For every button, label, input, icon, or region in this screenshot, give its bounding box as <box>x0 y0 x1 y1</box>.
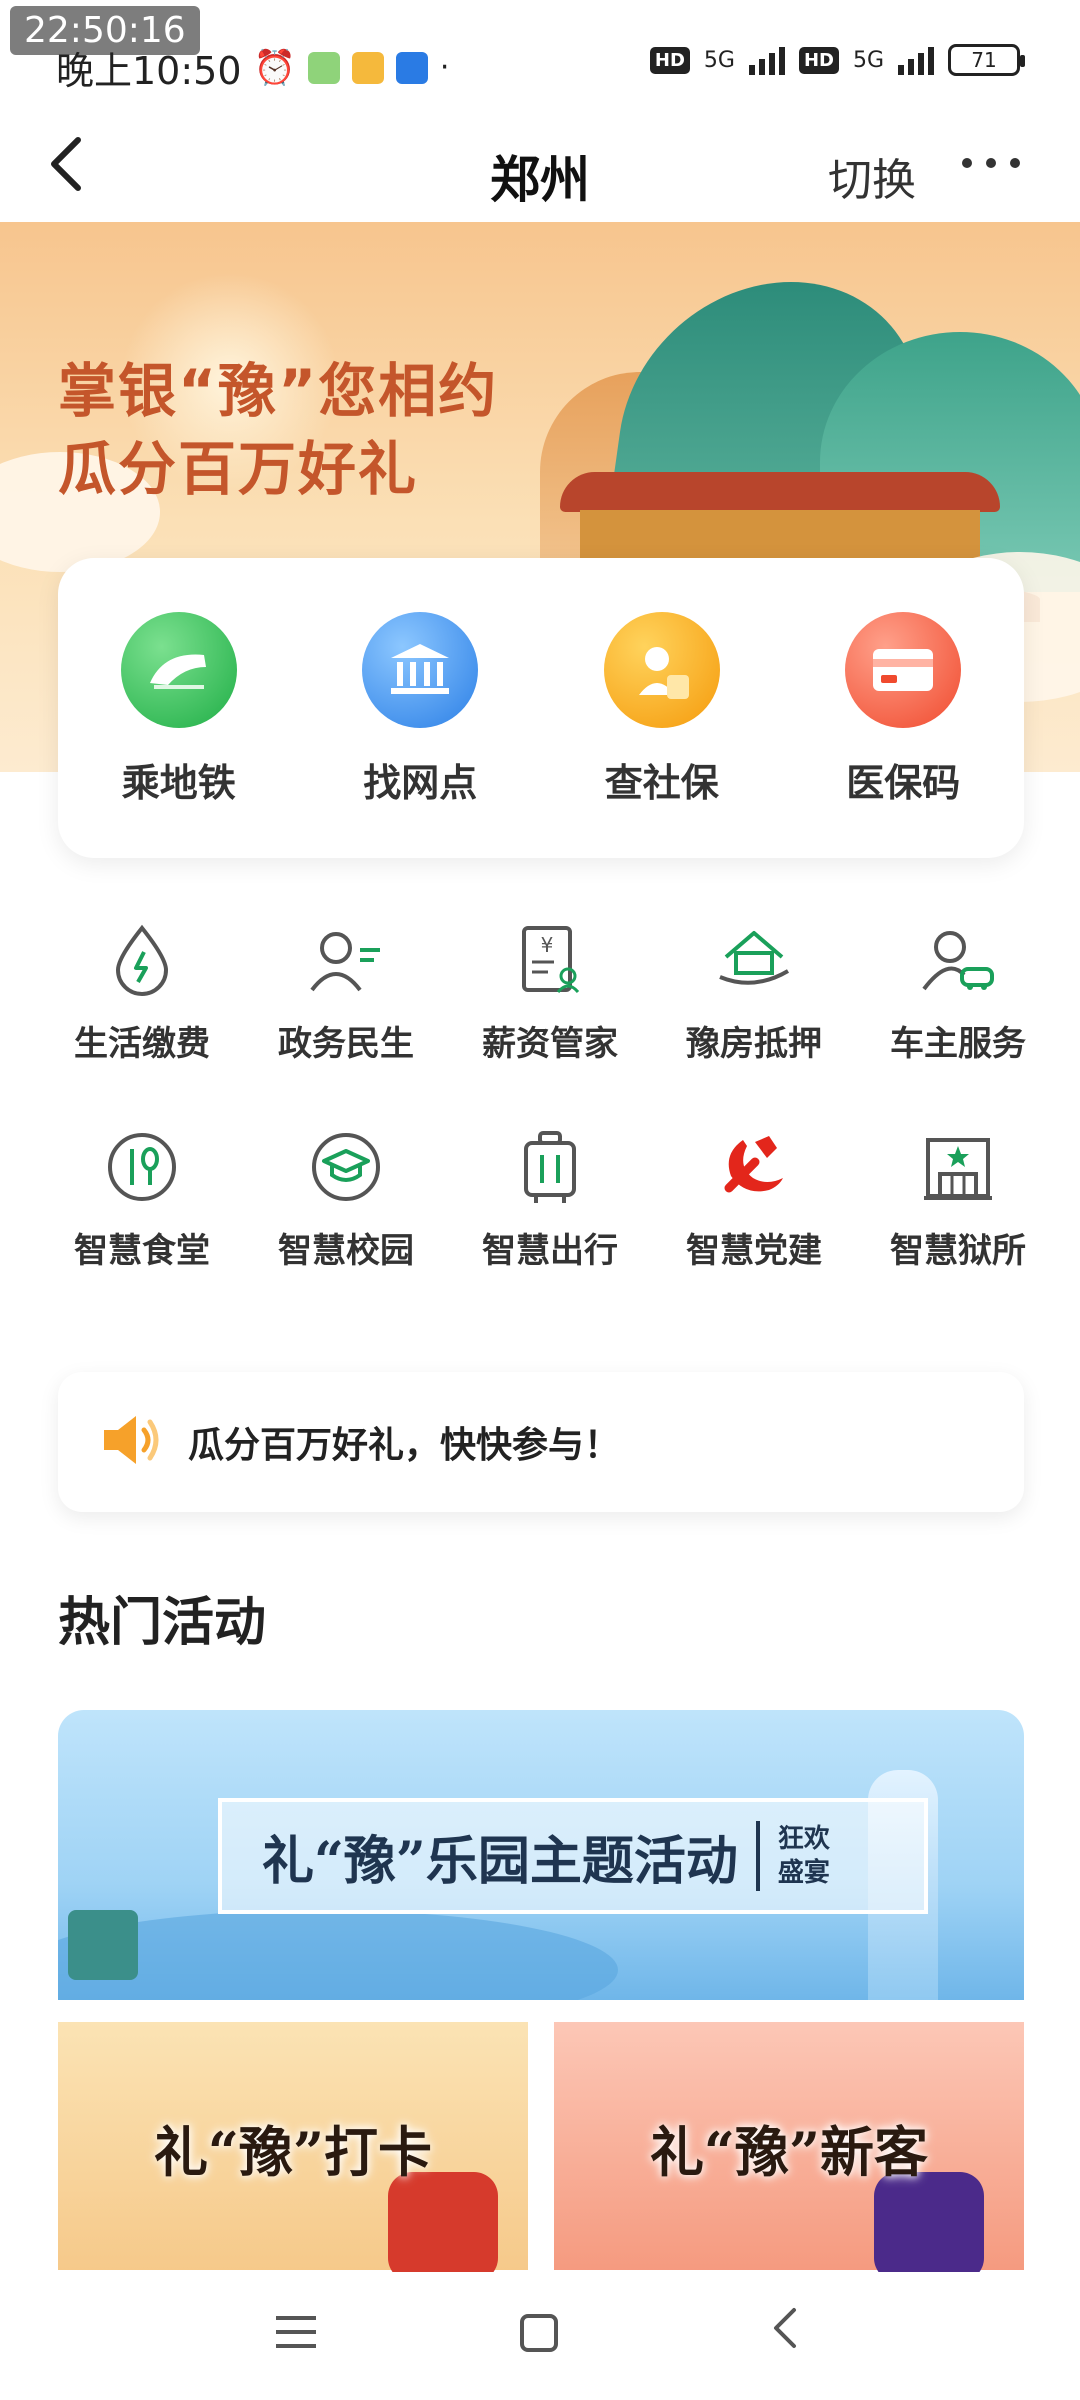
service-party[interactable]: 智慧党建 <box>652 1127 856 1272</box>
service-label: 豫房抵押 <box>686 1024 822 1064</box>
notice-text: 瓜分百万好礼，快快参与！ <box>188 1425 621 1466</box>
quick-actions-card: 乘地铁 找网点 查社保 医保码 <box>58 558 1024 858</box>
service-label: 智慧食堂 <box>74 1231 210 1271</box>
section-title: 热门活动 <box>58 1593 267 1653</box>
quick-action-branch[interactable]: 找网点 <box>300 558 542 858</box>
banner-title: 礼“豫”乐园主题活动 <box>262 1830 738 1892</box>
service-canteen[interactable]: 智慧食堂 <box>40 1127 244 1272</box>
activity-banner-main[interactable]: 礼“豫”乐园主题活动 狂欢 盛宴 <box>58 1710 1024 2000</box>
battery-icon: 71 <box>948 44 1025 76</box>
service-label: 智慧狱所 <box>890 1231 1026 1271</box>
nav-bar: 郑州 切换 <box>0 120 1080 220</box>
car-owner-icon <box>918 920 998 1000</box>
quick-action-label: 乘地铁 <box>121 761 236 805</box>
banner-subtitle: 狂欢 盛宴 <box>778 1822 830 1890</box>
quick-action-label: 查社保 <box>604 761 719 805</box>
gift-box-illustration <box>68 1910 138 1980</box>
menu-icon[interactable] <box>276 2316 316 2358</box>
hero-line-1: 掌银“豫”您相约 <box>58 357 499 425</box>
network-type: 5G <box>852 47 884 73</box>
banner-new-customer-title: 礼“豫”新客 <box>649 2119 929 2184</box>
quick-action-label: 找网点 <box>363 761 478 805</box>
status-bar: 22:50:16 晚上10:50 ⏰ · HD 5G HD 5G 71 <box>0 0 1080 120</box>
banner-subtitle-line-1: 狂欢 <box>777 1824 830 1854</box>
building-icon <box>918 1127 998 1207</box>
activity-banner-new-customer[interactable]: 礼“豫”新客 <box>554 2022 1024 2272</box>
service-grid: 生活缴费 政务民生 ¥ 薪资管家 豫房抵押 车主服务 智慧食堂 智慧校园 智慧出… <box>40 920 1060 1272</box>
service-label: 车主服务 <box>890 1024 1026 1064</box>
speaker-icon <box>100 1412 162 1472</box>
banner-checkin-title: 礼“豫”打卡 <box>153 2119 433 2184</box>
dot-icon: · <box>439 50 450 85</box>
banner-title-frame: 礼“豫”乐园主题活动 狂欢 盛宴 <box>218 1798 928 1914</box>
system-nav-bar <box>0 2270 1080 2400</box>
signal-icon <box>748 45 785 75</box>
service-campus[interactable]: 智慧校园 <box>244 1127 448 1272</box>
hd-badge: HD <box>649 46 690 74</box>
utility-bill-icon <box>102 920 182 1000</box>
title-separator <box>755 1821 760 1891</box>
signal-icon <box>898 45 934 75</box>
quick-action-label: 医保码 <box>846 761 961 805</box>
party-emblem-icon <box>714 1127 794 1207</box>
quick-action-medical-code[interactable]: 医保码 <box>783 558 1025 858</box>
service-house-mortgage[interactable]: 豫房抵押 <box>652 920 856 1065</box>
service-label: 生活缴费 <box>74 1024 210 1064</box>
gift-illustration <box>874 2172 984 2272</box>
svg-text:¥: ¥ <box>541 933 554 957</box>
status-left: 晚上10:50 ⏰ · <box>56 40 449 95</box>
hero-headline: 掌银“豫”您相约 瓜分百万好礼 <box>58 352 498 508</box>
activity-banner-checkin[interactable]: 礼“豫”打卡 <box>58 2022 528 2272</box>
metro-icon <box>120 612 237 728</box>
notice-bar[interactable]: 瓜分百万好礼，快快参与！ <box>58 1372 1024 1512</box>
service-label: 薪资管家 <box>482 1024 618 1064</box>
wechat-icon <box>307 51 340 84</box>
page-title: 郑州 <box>490 151 590 209</box>
service-car-owner[interactable]: 车主服务 <box>856 920 1060 1065</box>
service-label: 智慧党建 <box>686 1231 822 1271</box>
wave-decoration <box>58 1910 618 2000</box>
salary-icon: ¥ <box>510 920 590 1000</box>
service-label: 政务民生 <box>278 1024 414 1064</box>
government-icon <box>306 920 386 1000</box>
red-envelope-illustration <box>388 2172 498 2272</box>
banner-subtitle-line-2: 盛宴 <box>777 1858 830 1888</box>
switch-city-button[interactable]: 切换 <box>828 144 916 208</box>
quick-action-metro[interactable]: 乘地铁 <box>58 558 300 858</box>
service-travel[interactable]: 智慧出行 <box>448 1127 652 1272</box>
service-salary[interactable]: ¥ 薪资管家 <box>448 920 652 1065</box>
service-label: 智慧出行 <box>482 1231 618 1271</box>
service-label: 智慧校园 <box>278 1231 414 1271</box>
alarm-icon: ⏰ <box>253 47 296 88</box>
service-prison[interactable]: 智慧狱所 <box>856 1127 1060 1272</box>
back-icon[interactable] <box>770 2306 800 2362</box>
canteen-icon <box>102 1127 182 1207</box>
luggage-icon <box>510 1127 590 1207</box>
home-icon[interactable] <box>520 2314 558 2352</box>
message-icon <box>351 51 384 84</box>
social-security-icon <box>603 612 720 728</box>
house-mortgage-icon <box>714 920 794 1000</box>
service-utility-bill[interactable]: 生活缴费 <box>40 920 244 1065</box>
hero-line-2: 瓜分百万好礼 <box>58 435 419 503</box>
medical-card-icon <box>845 612 962 728</box>
more-dots-icon[interactable] <box>962 158 1020 168</box>
status-time: 晚上10:50 <box>56 49 242 93</box>
status-right: HD 5G HD 5G 71 <box>649 44 1025 76</box>
hd-badge: HD <box>798 46 839 74</box>
upload-icon <box>395 51 428 84</box>
service-government[interactable]: 政务民生 <box>244 920 448 1065</box>
quick-action-social-security[interactable]: 查社保 <box>541 558 783 858</box>
bank-icon <box>362 612 479 728</box>
campus-icon <box>306 1127 386 1207</box>
network-type: 5G <box>703 47 735 73</box>
